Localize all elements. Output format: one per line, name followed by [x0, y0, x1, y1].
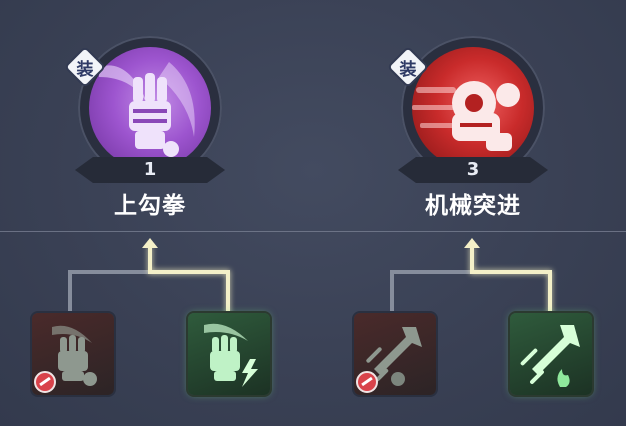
skill-level: 1	[143, 159, 157, 180]
active-path-right	[470, 246, 552, 315]
section-divider	[0, 231, 626, 232]
skill-level: 3	[466, 159, 480, 180]
mech-dash-icon	[412, 47, 534, 169]
upgrade-node-locked[interactable]	[32, 313, 114, 395]
locked-icon	[34, 371, 56, 393]
equipped-badge: 装	[389, 48, 427, 86]
upgrade-node-locked[interactable]	[354, 313, 436, 395]
dash-arrow-flame-icon	[520, 325, 580, 387]
equipped-badge: 装	[66, 48, 104, 86]
arrow-up-icon	[142, 238, 158, 248]
skill-mech-dash[interactable]: 装 3 机械突进	[389, 0, 553, 219]
locked-icon	[356, 371, 378, 393]
fist-gauntlet-lightning-icon	[204, 323, 258, 387]
arrow-up-icon	[464, 238, 480, 248]
skill-level-tab: 3	[398, 155, 548, 185]
skill-uppercut[interactable]: 装 1 上勾拳	[66, 0, 230, 219]
fist-gauntlet-icon	[89, 47, 211, 169]
skill-level-tab: 1	[75, 155, 225, 185]
upgrade-node-active[interactable]	[188, 313, 270, 395]
upgrade-node-active[interactable]	[510, 313, 592, 395]
skill-name: 机械突进	[425, 193, 521, 219]
locked-path-right	[390, 270, 472, 315]
skill-name: 上勾拳	[114, 193, 186, 219]
locked-path-left	[68, 270, 150, 315]
active-path-left	[148, 246, 230, 315]
